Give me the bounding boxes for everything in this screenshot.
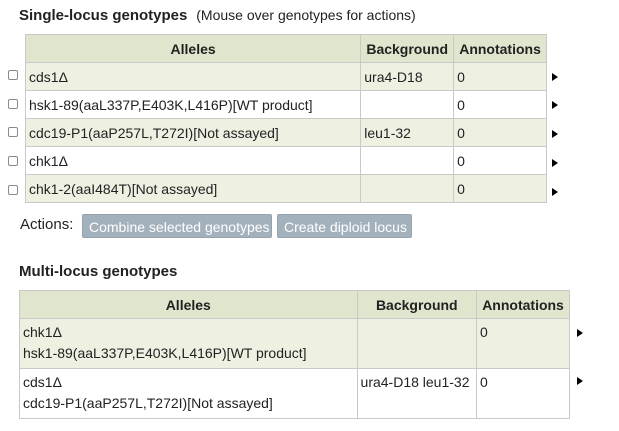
alleles-cell: chk1Δ hsk1-89(aaL337P,E403K,L416P)[WT pr…	[19, 318, 358, 369]
allele-line: chk1Δ	[23, 324, 62, 340]
annotations-cell: 0	[453, 118, 547, 147]
table-row[interactable]: chk1Δ hsk1-89(aaL337P,E403K,L416P)[WT pr…	[19, 318, 570, 369]
background-cell: leu1-32	[360, 118, 455, 147]
select-genotype-checkbox[interactable]	[8, 185, 18, 195]
row-actions-arrow-icon[interactable]	[552, 159, 558, 167]
background-cell: ura4-D18 leu1-32	[356, 368, 478, 419]
background-column-header: Background	[360, 34, 455, 63]
allele-line: cdc19-P1(aaP257L,T272I)[Not assayed]	[23, 395, 273, 411]
background-cell: ura4-D18	[360, 62, 455, 91]
annotations-cell: 0	[453, 90, 547, 119]
annotations-cell: 0	[453, 174, 547, 203]
row-actions-arrow-icon[interactable]	[577, 329, 583, 337]
select-genotype-checkbox[interactable]	[8, 156, 18, 166]
table-row[interactable]: chk1-2(aaI484T)[Not assayed] 0	[24, 174, 547, 203]
select-genotype-checkbox[interactable]	[8, 99, 18, 109]
background-column-header: Background	[356, 290, 478, 319]
background-cell	[360, 90, 455, 119]
multi-locus-table: Alleles Background Annotations chk1Δ hsk…	[19, 290, 570, 419]
alleles-cell: chk1Δ	[24, 146, 362, 175]
table-header-row: Alleles Background Annotations	[24, 34, 547, 63]
alleles-cell: chk1-2(aaI484T)[Not assayed]	[24, 174, 362, 203]
table-row[interactable]: cdc19-P1(aaP257L,T272I)[Not assayed] leu…	[24, 118, 547, 147]
table-row[interactable]: chk1Δ 0	[24, 146, 547, 175]
alleles-cell: cdc19-P1(aaP257L,T272I)[Not assayed]	[24, 118, 362, 147]
annotations-column-header: Annotations	[476, 290, 570, 319]
allele-line: hsk1-89(aaL337P,E403K,L416P)[WT product]	[23, 345, 307, 361]
row-actions-arrow-icon[interactable]	[552, 101, 558, 109]
alleles-cell: cds1Δ cdc19-P1(aaP257L,T272I)[Not assaye…	[19, 368, 358, 419]
alleles-cell: hsk1-89(aaL337P,E403K,L416P)[WT product]	[24, 90, 362, 119]
background-cell	[360, 146, 455, 175]
row-actions-arrow-icon[interactable]	[577, 377, 583, 385]
table-header-row: Alleles Background Annotations	[19, 290, 570, 319]
annotations-cell: 0	[476, 368, 570, 419]
row-actions-arrow-icon[interactable]	[552, 130, 558, 138]
background-cell	[356, 318, 478, 369]
single-locus-table: Alleles Background Annotations cds1Δ ura…	[24, 34, 547, 203]
alleles-cell: cds1Δ	[24, 62, 362, 91]
select-genotype-checkbox[interactable]	[8, 70, 18, 80]
background-cell	[360, 174, 455, 203]
annotations-cell: 0	[476, 318, 570, 369]
multi-locus-heading: Multi-locus genotypes	[19, 263, 177, 280]
row-actions-arrow-icon[interactable]	[552, 73, 558, 81]
table-row[interactable]: cds1Δ ura4-D18 0	[24, 62, 547, 91]
allele-line: cds1Δ	[23, 374, 62, 390]
table-row[interactable]: cds1Δ cdc19-P1(aaP257L,T272I)[Not assaye…	[19, 368, 570, 419]
annotations-column-header: Annotations	[453, 34, 547, 63]
alleles-column-header: Alleles	[19, 290, 358, 319]
single-locus-title: Single-locus genotypes	[19, 7, 188, 24]
single-locus-hint: (Mouse over genotypes for actions)	[196, 7, 416, 23]
create-diploid-button[interactable]: Create diploid locus	[277, 214, 412, 238]
actions-label: Actions:	[20, 216, 74, 233]
multi-locus-title: Multi-locus genotypes	[19, 263, 178, 280]
combine-genotypes-button[interactable]: Combine selected genotypes	[82, 214, 272, 238]
alleles-column-header: Alleles	[24, 34, 362, 63]
select-genotype-checkbox[interactable]	[8, 127, 18, 137]
single-locus-heading: Single-locus genotypes (Mouse over genot…	[19, 7, 416, 24]
row-actions-arrow-icon[interactable]	[552, 188, 558, 196]
annotations-cell: 0	[453, 146, 547, 175]
annotations-cell: 0	[453, 62, 547, 91]
table-row[interactable]: hsk1-89(aaL337P,E403K,L416P)[WT product]…	[24, 90, 547, 119]
